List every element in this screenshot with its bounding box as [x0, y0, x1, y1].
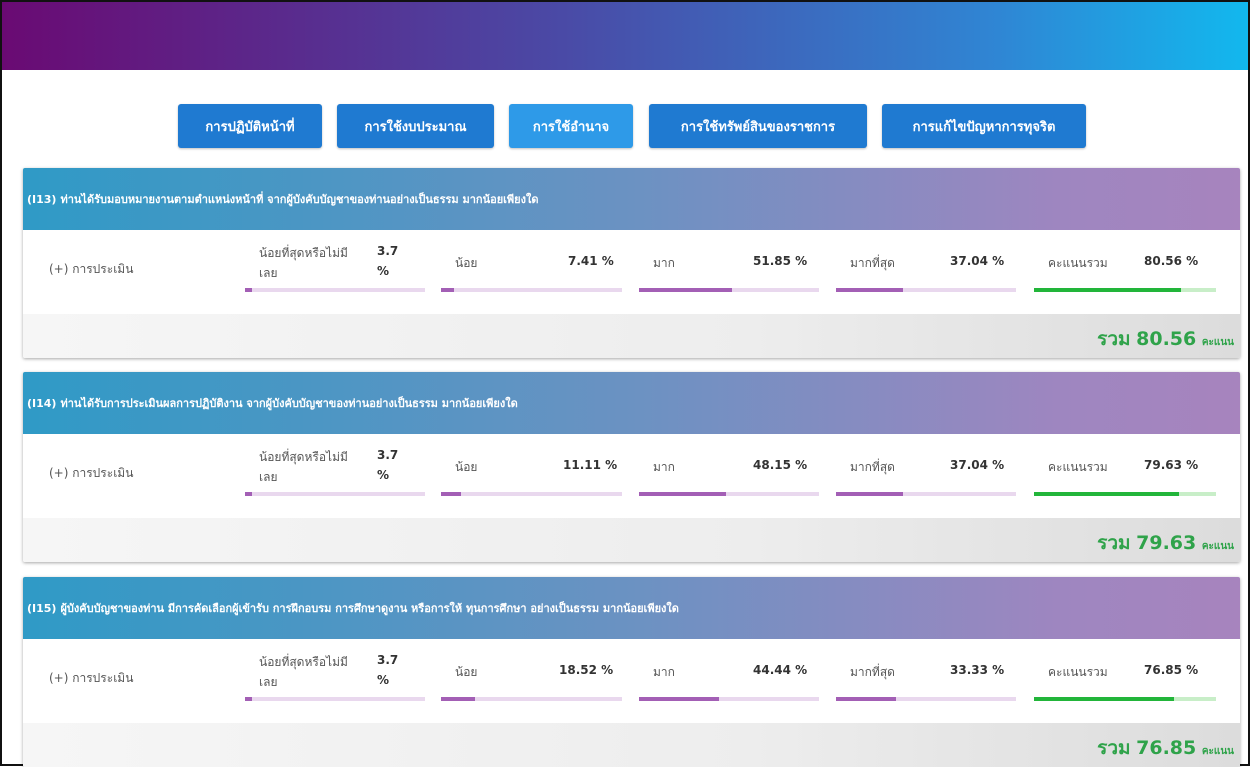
assessment-toggle[interactable]: (+) การประเมิน	[49, 669, 133, 688]
total-label: คะแนนรวม	[1048, 256, 1108, 270]
least-bar	[245, 697, 425, 701]
total-score-unit: คะแนน	[1201, 541, 1234, 552]
total-score-value: 80.56	[1136, 328, 1197, 350]
total-score-prefix: รวม	[1097, 532, 1131, 554]
total-score-value: 76.85	[1136, 737, 1197, 759]
total-value: 80.56 %	[1144, 254, 1199, 268]
little-bar	[441, 492, 622, 496]
question-id: (I13)	[27, 192, 57, 206]
most-bar	[836, 288, 1016, 292]
score-footer: รวม 80.56 คะแนน	[23, 314, 1240, 358]
least-label-2: เลย	[259, 266, 278, 280]
least-label-2: เลย	[259, 470, 278, 484]
total-score: รวม 80.56 คะแนน	[1097, 324, 1234, 354]
much-value: 51.85 %	[753, 254, 808, 268]
most-bar	[836, 697, 1016, 701]
tab-corruption-solving[interactable]: การแก้ไขปัญหาการทุจริต	[882, 104, 1086, 148]
total-bar	[1034, 697, 1216, 701]
least-label-2: เลย	[259, 675, 278, 689]
total-score-prefix: รวม	[1097, 737, 1131, 759]
least-label: น้อยที่สุดหรือไม่มี	[259, 450, 348, 464]
most-value: 33.33 %	[950, 663, 1005, 677]
question-id: (I14)	[27, 396, 57, 410]
least-value-unit: %	[377, 468, 390, 482]
score-footer: รวม 79.63 คะแนน	[23, 518, 1240, 562]
score-footer: รวม 76.85 คะแนน	[23, 723, 1240, 767]
assessment-toggle[interactable]: (+) การประเมิน	[49, 464, 133, 483]
assessment-row: (+) การประเมิน น้อยที่สุดหรือไม่มี เลย 3…	[23, 434, 1240, 518]
total-bar	[1034, 288, 1216, 292]
least-label: น้อยที่สุดหรือไม่มี	[259, 655, 348, 669]
total-score: รวม 76.85 คะแนน	[1097, 733, 1234, 763]
much-value: 48.15 %	[753, 458, 808, 472]
question-header: (I14) ท่านได้รับการประเมินผลการปฏิบัติงา…	[23, 372, 1240, 434]
least-value: 3.7	[377, 448, 399, 462]
category-tabs: การปฏิบัติหน้าที่ การใช้งบประมาณ การใช้อ…	[2, 104, 1248, 148]
little-label: น้อย	[455, 256, 478, 270]
tab-authority[interactable]: การใช้อำนาจ	[509, 104, 633, 148]
total-label: คะแนนรวม	[1048, 460, 1108, 474]
total-score: รวม 79.63 คะแนน	[1097, 528, 1234, 558]
much-bar	[639, 697, 819, 701]
much-label: มาก	[653, 256, 675, 270]
total-label: คะแนนรวม	[1048, 665, 1108, 679]
tab-government-property[interactable]: การใช้ทรัพย์สินของราชการ	[649, 104, 867, 148]
question-header: (I13) ท่านได้รับมอบหมายงานตามตำแหน่งหน้า…	[23, 168, 1240, 230]
much-bar	[639, 492, 819, 496]
much-value: 44.44 %	[753, 663, 808, 677]
question-header: (I15) ผู้บังคับบัญชาของท่าน มีการคัดเลือ…	[23, 577, 1240, 639]
least-value-unit: %	[377, 673, 390, 687]
total-score-value: 79.63	[1136, 532, 1197, 554]
most-value: 37.04 %	[950, 458, 1005, 472]
question-card: (I15) ผู้บังคับบัญชาของท่าน มีการคัดเลือ…	[23, 577, 1240, 767]
most-label: มากที่สุด	[850, 460, 895, 474]
least-bar	[245, 492, 425, 496]
much-bar	[639, 288, 819, 292]
question-card: (I13) ท่านได้รับมอบหมายงานตามตำแหน่งหน้า…	[23, 168, 1240, 358]
total-score-prefix: รวม	[1097, 328, 1131, 350]
tab-budget[interactable]: การใช้งบประมาณ	[337, 104, 494, 148]
question-text: ท่านได้รับมอบหมายงานตามตำแหน่งหน้าที่ จา…	[60, 193, 539, 206]
little-bar	[441, 697, 622, 701]
assessment-toggle[interactable]: (+) การประเมิน	[49, 260, 133, 279]
little-label: น้อย	[455, 460, 478, 474]
question-id: (I15)	[27, 601, 57, 615]
header-banner	[2, 2, 1248, 70]
assessment-row: (+) การประเมิน น้อยที่สุดหรือไม่มี เลย 3…	[23, 230, 1240, 314]
least-label: น้อยที่สุดหรือไม่มี	[259, 246, 348, 260]
question-text: ผู้บังคับบัญชาของท่าน มีการคัดเลือกผู้เข…	[60, 602, 679, 615]
little-value: 11.11 %	[563, 458, 618, 472]
total-value: 76.85 %	[1144, 663, 1199, 677]
least-value: 3.7	[377, 244, 399, 258]
little-label: น้อย	[455, 665, 478, 679]
tab-duty[interactable]: การปฏิบัติหน้าที่	[178, 104, 322, 148]
total-score-unit: คะแนน	[1201, 337, 1234, 348]
total-score-unit: คะแนน	[1201, 746, 1234, 757]
much-label: มาก	[653, 665, 675, 679]
question-card: (I14) ท่านได้รับการประเมินผลการปฏิบัติงา…	[23, 372, 1240, 562]
total-value: 79.63 %	[1144, 458, 1199, 472]
most-label: มากที่สุด	[850, 256, 895, 270]
assessment-row: (+) การประเมิน น้อยที่สุดหรือไม่มี เลย 3…	[23, 639, 1240, 723]
little-value: 7.41 %	[568, 254, 614, 268]
little-value: 18.52 %	[559, 663, 614, 677]
least-value: 3.7	[377, 653, 399, 667]
most-bar	[836, 492, 1016, 496]
most-value: 37.04 %	[950, 254, 1005, 268]
question-text: ท่านได้รับการประเมินผลการปฏิบัติงาน จากผ…	[60, 397, 518, 410]
much-label: มาก	[653, 460, 675, 474]
least-bar	[245, 288, 425, 292]
little-bar	[441, 288, 622, 292]
total-bar	[1034, 492, 1216, 496]
least-value-unit: %	[377, 264, 390, 278]
most-label: มากที่สุด	[850, 665, 895, 679]
